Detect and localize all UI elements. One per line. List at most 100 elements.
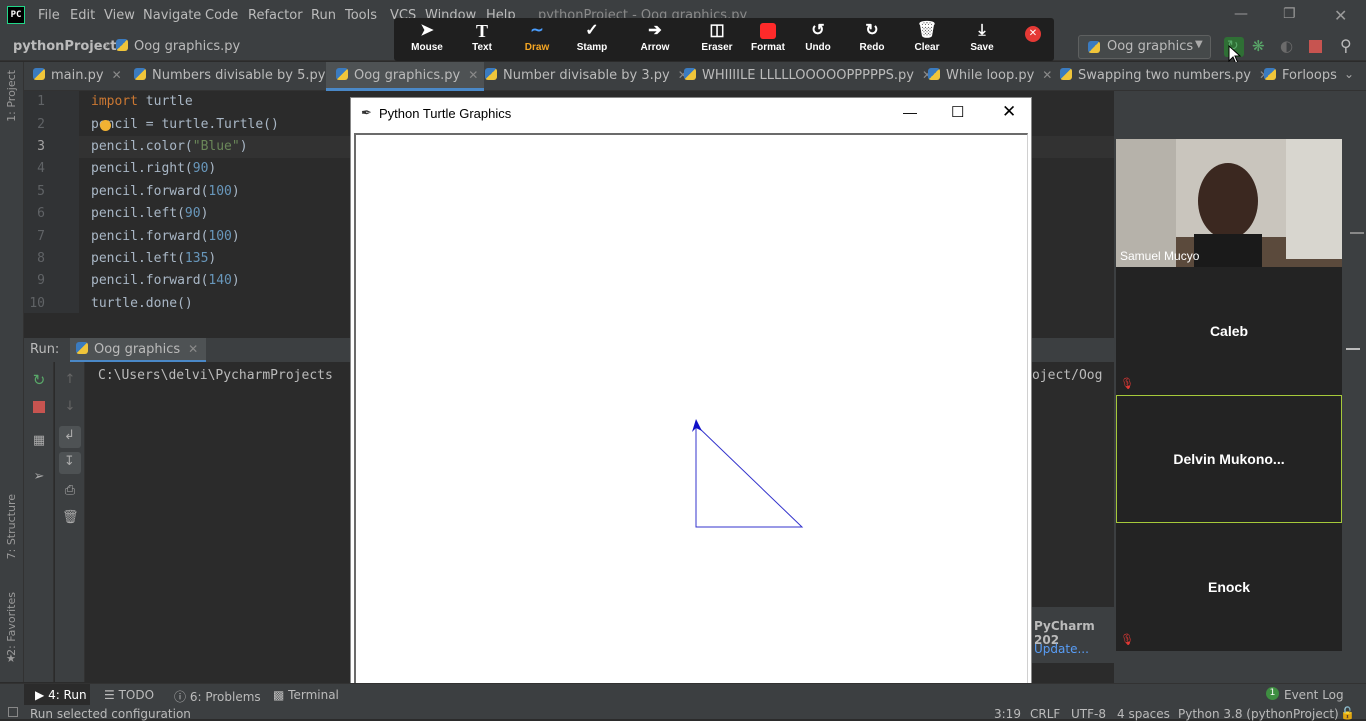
participant-tile-delvin[interactable]: Delvin Mukono... <box>1116 395 1342 523</box>
event-count-badge: 1 <box>1266 687 1279 700</box>
update-link[interactable]: Update... <box>1034 642 1089 656</box>
menu-navigate[interactable]: Navigate <box>143 8 201 23</box>
run-configuration-selector[interactable]: Oog graphics ▼ <box>1078 35 1211 59</box>
structure-tool-tab[interactable]: 7: Structure <box>5 494 18 559</box>
turtle-graphics-window[interactable]: ✒ Python Turtle Graphics — ☐ ✕ <box>350 97 1032 706</box>
code-text: ) <box>208 251 217 266</box>
save-button[interactable]: ⤓ Save <box>954 20 1010 60</box>
scroll-to-end-button[interactable]: ↧ <box>59 452 81 474</box>
tab-list-chevron-icon[interactable]: ⌄ <box>1344 67 1354 81</box>
favorites-tool-tab[interactable]: 2: Favorites <box>5 592 18 656</box>
stop-icon[interactable] <box>33 401 45 413</box>
coverage-button[interactable]: ◐ <box>1280 37 1293 55</box>
menu-refactor[interactable]: Refactor <box>248 8 303 23</box>
tab-main[interactable]: main.py ✕ <box>33 62 122 91</box>
pointer-icon: ➤ <box>420 22 434 39</box>
menu-edit[interactable]: Edit <box>70 8 95 23</box>
search-icon[interactable]: ⚲ <box>1340 36 1352 55</box>
menu-tools[interactable]: Tools <box>345 8 377 23</box>
restore-icon[interactable]: ❐ <box>1283 6 1296 22</box>
problems-tool-tab[interactable]: ⓘ 6: Problems <box>174 688 261 705</box>
tab-label: While loop.py <box>946 68 1035 83</box>
close-tab-icon[interactable]: ✕ <box>112 68 122 82</box>
layout-icon[interactable]: ▦ <box>31 433 47 449</box>
tab-label: Number divisable by 3.py <box>503 68 670 83</box>
stamp-tool-button[interactable]: ✓ Stamp <box>564 20 620 60</box>
soft-wrap-button[interactable]: ↲ <box>59 426 81 448</box>
code-line: pencil.left(90) <box>91 206 208 221</box>
participant-tile-enock[interactable]: Enock 🎙 <box>1116 523 1342 651</box>
draw-tool-button[interactable]: ∼ Draw <box>509 20 565 60</box>
tab-whiiiile-loops[interactable]: WHIIIILE LLLLLOOOOOPPPPPS.py✕ <box>684 62 932 91</box>
feather-icon: ✒ <box>361 105 372 120</box>
lightbulb-icon[interactable] <box>100 120 111 131</box>
keyword: import <box>91 94 138 109</box>
pin-icon[interactable]: ➢ <box>31 469 47 485</box>
minimize-icon[interactable]: — <box>1234 6 1248 22</box>
panel-minimize-icon[interactable] <box>1346 348 1360 350</box>
minimize-icon[interactable]: — <box>903 104 917 120</box>
close-tab-icon[interactable]: ✕ <box>468 68 478 82</box>
print-icon[interactable]: ⎙ <box>62 483 78 499</box>
text-tool-button[interactable]: T Text <box>454 20 510 60</box>
undo-button[interactable]: ↺ Undo <box>790 20 846 60</box>
format-tool-button[interactable]: Format <box>740 20 796 60</box>
project-tool-tab[interactable]: 1: Project <box>5 70 18 122</box>
lock-icon[interactable]: 🔓 <box>1340 706 1355 720</box>
event-log-tab[interactable]: Event Log <box>1284 688 1344 702</box>
breadcrumb-file[interactable]: Oog graphics.py <box>116 39 240 54</box>
menu-view[interactable]: View <box>104 8 135 23</box>
eraser-tool-button[interactable]: ◫ Eraser <box>689 20 745 60</box>
participant-name: Samuel Mucyo <box>1120 249 1200 263</box>
tab-numbers-divisable-by-5[interactable]: Numbers divisable by 5.py✕ <box>134 62 344 91</box>
clear-label: Clear <box>914 42 940 53</box>
download-icon: ⤓ <box>978 22 986 39</box>
eraser-tool-label: Eraser <box>701 42 733 53</box>
tab-oog-graphics[interactable]: Oog graphics.py ✕ <box>326 62 485 91</box>
close-annotation-button[interactable]: ✕ <box>1025 26 1041 42</box>
menu-run[interactable]: Run <box>311 8 336 23</box>
mouse-tool-button[interactable]: ➤ Mouse <box>399 20 455 60</box>
tab-forloops[interactable]: Forloops <box>1264 62 1337 91</box>
todo-tool-tab[interactable]: ☰ TODO <box>104 688 154 702</box>
participant-tile-caleb[interactable]: Caleb 🎙 <box>1116 267 1342 395</box>
close-icon[interactable]: ✕ <box>1002 102 1016 122</box>
arrow-tool-button[interactable]: ➔ Arrow <box>627 20 683 60</box>
turtle-drawing <box>692 419 804 528</box>
close-tab-icon[interactable]: ✕ <box>188 342 198 356</box>
redo-button[interactable]: ↻ Redo <box>844 20 900 60</box>
debug-button[interactable]: ❋ <box>1252 37 1265 55</box>
toggle-tool-windows-icon[interactable] <box>8 707 18 717</box>
turtle-window-titlebar[interactable]: ✒ Python Turtle Graphics — ☐ ✕ <box>351 98 1031 130</box>
maximize-icon[interactable]: ☐ <box>951 103 964 121</box>
rerun-icon[interactable]: ↻ <box>31 372 47 388</box>
participant-video-samuel[interactable]: Samuel Mucyo <box>1116 139 1342 267</box>
arrow-down-icon[interactable]: ↓ <box>62 399 78 415</box>
drawn-triangle <box>695 424 804 528</box>
line-number: 3 <box>37 139 45 154</box>
close-tab-icon[interactable]: ✕ <box>1042 68 1052 82</box>
arrow-up-icon[interactable]: ↑ <box>62 372 78 388</box>
run-tab-oog-graphics[interactable]: Oog graphics ✕ <box>70 338 207 362</box>
code-text: pencil.left( <box>91 206 185 221</box>
breadcrumb-project[interactable]: pythonProject <box>13 39 117 54</box>
tab-while-loop[interactable]: While loop.py ✕ <box>928 62 1052 91</box>
menu-file[interactable]: File <box>38 8 60 23</box>
terminal-tool-tab[interactable]: ▩ Terminal <box>273 688 339 702</box>
tab-label: main.py <box>51 68 104 83</box>
close-icon[interactable]: ✕ <box>1334 6 1347 25</box>
todo-label: TODO <box>118 688 155 702</box>
clear-button[interactable]: 🗑 Clear <box>899 20 955 60</box>
stop-button[interactable] <box>1309 40 1322 53</box>
menu-code[interactable]: Code <box>205 8 238 23</box>
color-swatch-icon <box>740 20 796 42</box>
run-tool-tab[interactable]: ▶ 4: Run <box>35 688 87 702</box>
tab-swapping-two-numbers[interactable]: Swapping two numbers.py✕ <box>1060 62 1269 91</box>
soft-wrap-icon: ↲ <box>64 428 75 443</box>
turtle-canvas[interactable] <box>354 133 1028 703</box>
close-icon: ✕ <box>1028 28 1038 39</box>
tab-number-divisable-by-3[interactable]: Number divisable by 3.py ✕ <box>485 62 688 91</box>
trash-icon[interactable]: 🗑 <box>62 510 79 526</box>
tab-label: Numbers divisable by 5.py <box>152 68 326 83</box>
code-text: pencil.forward( <box>91 273 209 288</box>
